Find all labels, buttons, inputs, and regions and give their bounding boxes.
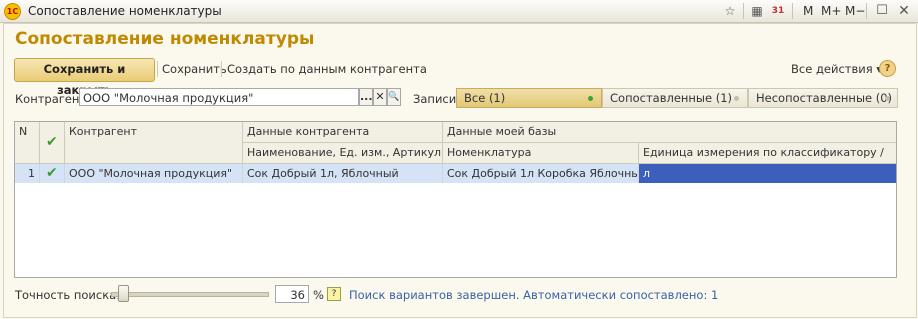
- column-header-nomenclature[interactable]: Номенклатура: [443, 143, 639, 164]
- column-header-check[interactable]: ✔: [40, 122, 65, 164]
- records-filter-label: Записи:: [413, 92, 461, 106]
- counterparty-input[interactable]: ООО "Молочная продукция": [79, 88, 359, 106]
- clear-icon[interactable]: ✕: [373, 88, 387, 106]
- all-actions-menu[interactable]: Все действия ▾: [791, 62, 882, 76]
- memory-minus-button[interactable]: M−: [845, 4, 865, 18]
- checkmark-icon: ✔: [46, 165, 58, 181]
- column-header-n[interactable]: N: [15, 122, 40, 164]
- checkmark-icon: ✔: [46, 134, 58, 150]
- accuracy-input[interactable]: 36: [275, 285, 309, 303]
- row-nomenclature[interactable]: Сок Добрый 1л Коробка Яблочный: [443, 164, 639, 183]
- column-header-cp-subtitle[interactable]: Наименование, Ед. изм., Артикул,: [243, 143, 443, 164]
- row-check[interactable]: ✔: [40, 164, 65, 183]
- window-title: Сопоставление номенклатуры: [28, 4, 222, 18]
- search-accuracy-label: Точность поиска:: [15, 288, 121, 302]
- percent-label: %: [313, 288, 324, 302]
- row-unit[interactable]: л: [639, 164, 896, 183]
- close-icon[interactable]: ✕: [896, 3, 912, 19]
- active-indicator-icon: [588, 96, 593, 101]
- filter-unmatched-label: Несопоставленные (0): [756, 91, 893, 105]
- filter-unmatched[interactable]: Несопоставленные (0): [748, 88, 898, 108]
- calendar-icon[interactable]: 31: [770, 3, 786, 19]
- accuracy-slider-track[interactable]: [111, 292, 269, 297]
- titlebar-separator: [866, 3, 867, 19]
- titlebar-separator: [743, 3, 744, 19]
- accuracy-slider-thumb[interactable]: [118, 285, 129, 302]
- select-counterparty-button[interactable]: ...: [359, 88, 373, 106]
- search-icon[interactable]: 🔍: [387, 88, 401, 106]
- row-counterparty-data[interactable]: Сок Добрый 1л, Яблочный: [243, 164, 443, 183]
- create-by-counterparty-button[interactable]: Создать по данным контрагента: [227, 62, 427, 76]
- form-title: Сопоставление номенклатуры: [15, 29, 315, 49]
- favorites-star-icon[interactable]: ☆: [722, 3, 738, 19]
- save-and-close-button[interactable]: Сохранить и закрыть: [14, 58, 155, 97]
- filter-matched-label: Сопоставленные (1): [610, 91, 733, 105]
- help-icon[interactable]: ?: [879, 60, 896, 77]
- table-row[interactable]: 1 ✔ ООО "Молочная продукция" Сок Добрый …: [15, 164, 896, 183]
- column-header-counterparty-data[interactable]: Данные контрагента: [243, 122, 443, 143]
- column-header-unit[interactable]: Единица измерения по классификатору /: [639, 143, 896, 164]
- hint-icon[interactable]: ?: [327, 287, 341, 301]
- filter-all-label: Все (1): [464, 91, 506, 105]
- dot-icon: [734, 96, 739, 101]
- dot-icon: [885, 96, 890, 101]
- toolbar-separator: [157, 61, 158, 77]
- filter-matched[interactable]: Сопоставленные (1): [602, 88, 748, 108]
- calculator-icon[interactable]: ▦: [749, 3, 765, 19]
- toolbar-separator: [221, 61, 222, 77]
- save-button[interactable]: Сохранить: [162, 62, 227, 76]
- matching-table[interactable]: N ✔ Контрагент Данные контрагента Данные…: [14, 121, 897, 278]
- filter-all[interactable]: Все (1): [456, 88, 602, 108]
- titlebar-separator: [792, 3, 793, 19]
- app-logo-icon: 1С: [4, 3, 21, 20]
- maximize-icon[interactable]: ☐: [874, 3, 890, 19]
- row-number: 1: [15, 164, 40, 183]
- row-counterparty[interactable]: ООО "Молочная продукция": [65, 164, 243, 183]
- memory-button[interactable]: M: [803, 4, 813, 18]
- memory-plus-button[interactable]: M+: [821, 4, 841, 18]
- column-header-my-data[interactable]: Данные моей базы: [443, 122, 896, 143]
- column-header-counterparty[interactable]: Контрагент: [65, 122, 243, 164]
- search-status-text: Поиск вариантов завершен. Автоматически …: [349, 288, 719, 302]
